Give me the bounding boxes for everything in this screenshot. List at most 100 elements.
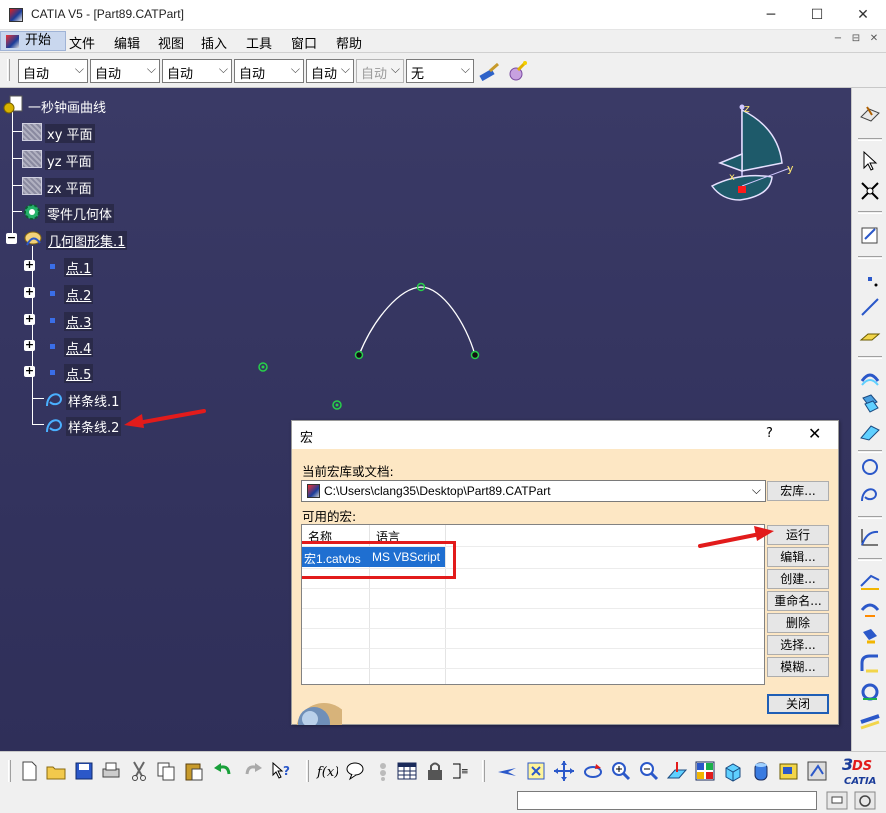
- fly-mode-icon[interactable]: [496, 760, 518, 782]
- doc-restore-button[interactable]: ⊟: [848, 33, 864, 47]
- macro-dialog-help-button[interactable]: ?: [766, 426, 773, 441]
- line-type-combo[interactable]: 自动 ⌵: [234, 59, 304, 83]
- zoom-out-icon[interactable]: [638, 760, 660, 782]
- command-input[interactable]: [517, 791, 817, 810]
- select-button[interactable]: 选择...: [767, 635, 829, 655]
- paste-icon[interactable]: [183, 760, 205, 782]
- toolbar-grip[interactable]: [7, 59, 10, 81]
- chevron-down-icon: ⌵: [460, 62, 470, 76]
- macro-list[interactable]: 名称 语言 宏1.catvbs MS VBScript: [301, 524, 765, 685]
- template-button[interactable]: 模糊...: [767, 657, 829, 677]
- column-header-name[interactable]: 名称: [308, 528, 332, 545]
- design-table-icon[interactable]: [396, 760, 418, 782]
- swap-visible-space-icon[interactable]: [806, 760, 828, 782]
- isometric-view-icon[interactable]: [722, 760, 744, 782]
- macro-row-selected[interactable]: 宏1.catvbs MS VBScript: [302, 547, 445, 567]
- fit-all-icon[interactable]: [525, 760, 547, 782]
- extract-tool-icon[interactable]: [859, 626, 881, 648]
- transparency-combo[interactable]: 自动 ⌵: [90, 59, 160, 83]
- new-file-icon[interactable]: [18, 760, 40, 782]
- whats-this-help-icon[interactable]: ?: [270, 760, 292, 782]
- catia-app-icon[interactable]: [9, 8, 23, 22]
- redo-icon[interactable]: [242, 760, 264, 782]
- menu-help[interactable]: 帮助: [336, 33, 362, 52]
- spline-tool-icon[interactable]: [859, 484, 881, 506]
- shading-icon[interactable]: [750, 760, 772, 782]
- doc-minimize-button[interactable]: −: [830, 33, 846, 47]
- create-button[interactable]: 创建...: [767, 569, 829, 589]
- fillet-tool-icon[interactable]: [859, 653, 881, 675]
- color-combo[interactable]: 自动 ⌵: [18, 59, 88, 83]
- sketch-icon[interactable]: [859, 103, 881, 125]
- hide-show-icon[interactable]: [778, 760, 800, 782]
- layer-combo[interactable]: 无 ⌵: [406, 59, 474, 83]
- minimize-button[interactable]: ─: [748, 3, 794, 27]
- line-tool-icon[interactable]: [859, 296, 881, 318]
- circle-tool-icon[interactable]: [859, 456, 881, 478]
- cut-icon[interactable]: [128, 760, 150, 782]
- rename-button[interactable]: 重命名...: [767, 591, 829, 611]
- run-button[interactable]: 运行: [767, 525, 829, 545]
- save-icon[interactable]: [73, 760, 95, 782]
- join-tool-icon[interactable]: [859, 570, 881, 592]
- copy-icon[interactable]: [155, 760, 177, 782]
- macro-row-name: 宏1.catvbs: [304, 552, 361, 566]
- point-tool-icon[interactable]: [859, 268, 881, 290]
- equivalent-dimensions-icon[interactable]: ≡: [450, 760, 472, 782]
- maximize-button[interactable]: ☐: [794, 3, 840, 27]
- menu-window[interactable]: 窗口: [291, 33, 317, 52]
- macro-library-select[interactable]: C:\Users\clang35\Desktop\Part89.CATPart …: [301, 480, 766, 502]
- menu-tools[interactable]: 工具: [246, 33, 272, 52]
- menu-start[interactable]: 开始: [0, 31, 66, 51]
- extrude-surface-icon[interactable]: [859, 366, 881, 388]
- formula-fx-icon[interactable]: f(x): [316, 760, 338, 782]
- menu-view[interactable]: 视图: [158, 33, 184, 52]
- snap-point-icon[interactable]: [859, 180, 881, 202]
- offset-surface-icon[interactable]: [859, 392, 881, 414]
- menu-edit[interactable]: 编辑: [114, 33, 140, 52]
- trim-tool-icon[interactable]: [859, 598, 881, 620]
- toolbar-grip[interactable]: [8, 760, 11, 782]
- knowledge-inspector-icon[interactable]: [372, 760, 394, 782]
- edit-button[interactable]: 编辑...: [767, 547, 829, 567]
- select-arrow-icon[interactable]: [859, 150, 881, 172]
- undo-icon[interactable]: [212, 760, 234, 782]
- line-thickness-combo[interactable]: 自动 ⌵: [162, 59, 232, 83]
- law-tool-icon[interactable]: [859, 526, 881, 548]
- status-stop-icon[interactable]: [854, 791, 876, 810]
- zoom-in-icon[interactable]: [610, 760, 632, 782]
- graphic-properties-icon[interactable]: [506, 60, 528, 82]
- pan-icon[interactable]: [553, 760, 575, 782]
- translate-tool-icon[interactable]: [859, 681, 881, 703]
- toolbar-grip[interactable]: [306, 760, 309, 782]
- column-header-language[interactable]: 语言: [376, 528, 400, 545]
- rendering-style-combo[interactable]: 自动 ⌵: [356, 59, 404, 83]
- macro-libraries-button[interactable]: 宏库...: [767, 481, 829, 501]
- sketcher-icon[interactable]: [859, 224, 881, 246]
- lock-icon[interactable]: [424, 760, 446, 782]
- delete-button[interactable]: 删除: [767, 613, 829, 633]
- menu-insert[interactable]: 插入: [201, 33, 227, 52]
- compass-widget[interactable]: [700, 98, 810, 208]
- macro-dialog-close-icon[interactable]: ✕: [808, 424, 821, 443]
- normal-view-icon[interactable]: [666, 760, 688, 782]
- close-button[interactable]: ✕: [840, 3, 886, 27]
- extrapolate-tool-icon[interactable]: [859, 710, 881, 732]
- compass-y-label: y: [787, 162, 794, 175]
- compass-x-label: x: [729, 172, 735, 183]
- sweep-surface-icon[interactable]: [859, 420, 881, 442]
- point-symbol-combo[interactable]: 自动 ⌵: [306, 59, 354, 83]
- multi-view-icon[interactable]: [694, 760, 716, 782]
- knowledge-advisor-icon[interactable]: [344, 760, 366, 782]
- close-dialog-button[interactable]: 关闭: [767, 694, 829, 714]
- format-painter-icon[interactable]: [478, 61, 500, 81]
- open-folder-icon[interactable]: [45, 760, 67, 782]
- rotate-icon[interactable]: [582, 760, 604, 782]
- plane-tool-icon[interactable]: [859, 326, 881, 348]
- toolbar-grip[interactable]: [482, 760, 485, 782]
- svg-text:f(x): f(x): [316, 765, 338, 780]
- print-icon[interactable]: [100, 760, 122, 782]
- menu-file[interactable]: 文件: [69, 33, 95, 52]
- status-power-input-icon[interactable]: [826, 791, 848, 810]
- doc-close-button[interactable]: ✕: [866, 33, 882, 47]
